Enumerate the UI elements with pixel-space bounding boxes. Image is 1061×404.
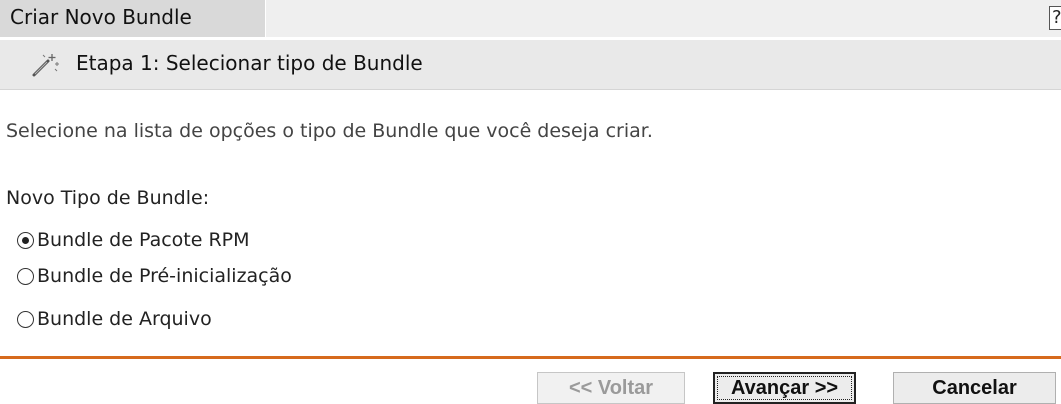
next-button[interactable]: Avançar >> [713,372,856,404]
footer-divider [0,356,1061,359]
radio-option-rpm-package-bundle[interactable]: Bundle de Pacote RPM [17,226,250,254]
page-title: Criar Novo Bundle [10,5,192,29]
instructions-text: Selecione na lista de opções o tipo de B… [6,120,653,142]
step-title: Etapa 1: Selecionar tipo de Bundle [76,51,423,75]
radio-button[interactable] [17,231,34,249]
radio-option-preboot-bundle[interactable]: Bundle de Pré-inicialização [17,262,292,290]
step-header: Etapa 1: Selecionar tipo de Bundle [0,40,1061,90]
radio-button[interactable] [17,267,34,285]
title-tab: Criar Novo Bundle [0,0,266,37]
radio-label: Bundle de Pré-inicialização [37,265,292,287]
magic-wand-icon [30,52,60,78]
cancel-button[interactable]: Cancelar [893,372,1056,404]
create-bundle-wizard: Criar Novo Bundle ? Etapa 1: Selecionar … [0,0,1061,404]
back-button[interactable]: << Voltar [537,372,685,404]
radio-label: Bundle de Pacote RPM [37,229,250,251]
help-button[interactable]: ? [1049,6,1061,30]
radio-button[interactable] [17,310,34,328]
radio-label: Bundle de Arquivo [37,308,212,330]
radio-option-file-bundle[interactable]: Bundle de Arquivo [17,305,212,333]
title-bar: Criar Novo Bundle ? [0,0,1061,37]
bundle-type-label: Novo Tipo de Bundle: [6,187,210,209]
